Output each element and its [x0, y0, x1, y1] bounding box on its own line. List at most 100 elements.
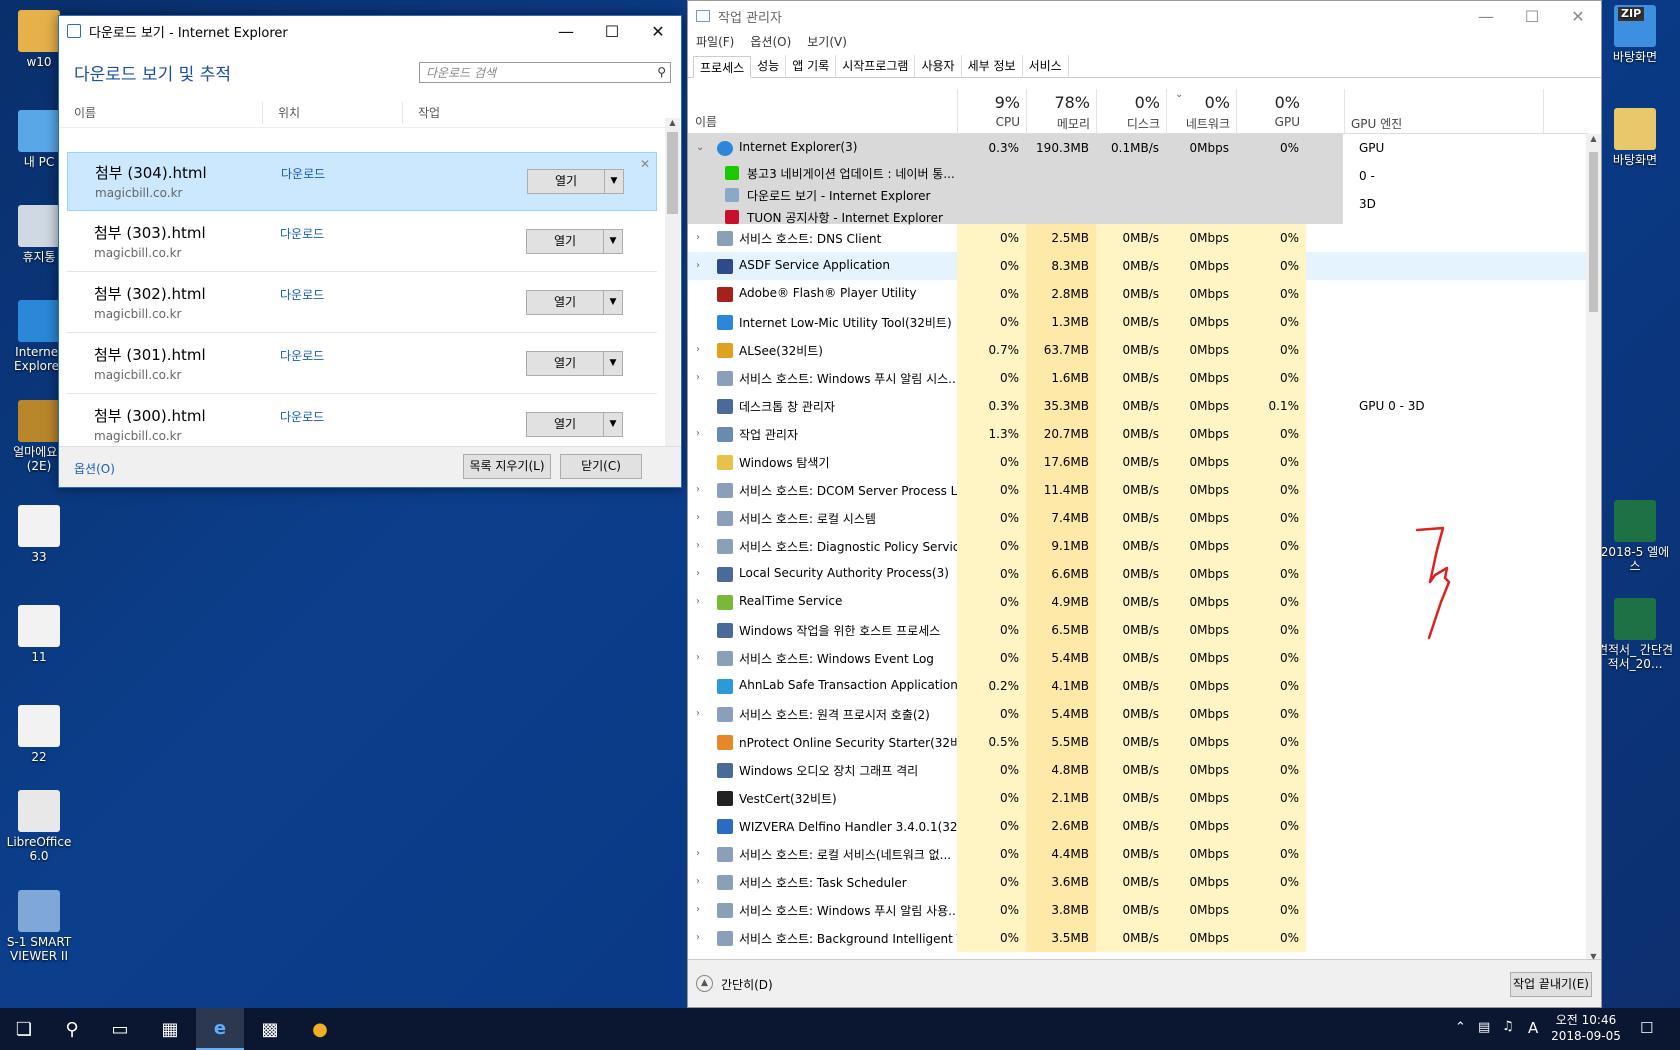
col-네트워크[interactable]: ⌄ 0% 네트워크 [1166, 89, 1236, 134]
desktop-icon[interactable]: LibreOffice 6.0 [0, 790, 78, 863]
tab-item[interactable]: 세부 정보 [962, 55, 1023, 77]
expand-chevron-icon[interactable]: › [696, 568, 706, 579]
desktop-icon[interactable]: ZIP 바탕화면 [1596, 5, 1674, 64]
process-row[interactable]: Internet Low-Mic Utility Tool(32비트) 0% 1.3… [688, 308, 1588, 336]
col-process-name[interactable]: 이름 [695, 113, 717, 130]
desktop-icon[interactable]: 22 [0, 705, 78, 764]
ime-indicator[interactable]: A [1528, 1019, 1538, 1037]
download-location-link[interactable]: 다운로드 [280, 408, 324, 425]
open-button[interactable]: 열기 [527, 413, 604, 436]
close-dialog-button[interactable]: 닫기(C) [560, 454, 642, 479]
download-location-link[interactable]: 다운로드 [280, 347, 324, 364]
download-item[interactable]: 첨부 (302).html magicbill.co.kr 다운로드 열기 ▼ [67, 274, 657, 333]
open-split-button[interactable]: 열기 ▼ [527, 169, 624, 194]
expand-chevron-icon[interactable]: › [696, 848, 706, 859]
tm-scroll-up-icon[interactable]: ▲ [1586, 134, 1601, 143]
process-child-row[interactable]: 다운로드 보기 - Internet Explorer [688, 184, 1343, 206]
download-location-link[interactable]: 다운로드 [280, 286, 324, 303]
search-taskbar-icon[interactable]: ⚲ [48, 1008, 96, 1050]
open-dropdown-arrow-icon[interactable]: ▼ [604, 413, 622, 436]
process-row[interactable]: › ALSee(32비트) 0.7% 63.7MB 0MB/s 0Mbps 0% [688, 336, 1588, 364]
download-filename[interactable]: 첨부 (300).html [94, 405, 206, 426]
open-button[interactable]: 열기 [527, 291, 604, 314]
open-dropdown-arrow-icon[interactable]: ▼ [604, 230, 622, 253]
process-row[interactable]: › 서비스 호스트: 원격 프로시저 호출(2) 0% 5.4MB 0MB/s 0Mbps… [688, 700, 1588, 728]
clear-list-button[interactable]: 목록 지우기(L) [463, 454, 551, 479]
task-manager-titlebar[interactable]: 작업 관리자 — ☐ ✕ [688, 1, 1601, 31]
download-filename[interactable]: 첨부 (303).html [94, 222, 206, 243]
tab-item[interactable]: 앱 기록 [786, 55, 837, 77]
process-scrollbar[interactable]: ▲ ▼ [1586, 134, 1601, 961]
process-row[interactable]: Windows 오디오 장치 그래프 격리 0% 4.8MB 0MB/s 0Mbps 0% [688, 756, 1588, 784]
expand-chevron-icon[interactable]: › [696, 932, 706, 943]
expand-chevron-icon[interactable]: › [696, 652, 706, 663]
remove-item-icon[interactable]: ✕ [640, 157, 650, 171]
close-button[interactable]: ✕ [635, 16, 681, 46]
tab-item[interactable]: 서비스 [1023, 55, 1069, 77]
expand-chevron-icon[interactable]: › [696, 512, 706, 523]
open-split-button[interactable]: 열기 ▼ [526, 351, 623, 376]
tab-item[interactable]: 시작프로그램 [836, 55, 916, 77]
download-item[interactable]: 첨부 (303).html magicbill.co.kr 다운로드 열기 ▼ [67, 213, 657, 272]
fewer-details-link[interactable]: 간단히(D) [721, 976, 773, 993]
process-row[interactable]: › 서비스 호스트: Windows 푸시 알림 사용... 0% 3.8MB 0MB/… [688, 896, 1588, 924]
col-GPU[interactable]: 0% GPU [1236, 89, 1306, 134]
task-view-icon[interactable]: ▭ [96, 1008, 144, 1050]
process-row[interactable]: › 서비스 호스트: DCOM Server Process Lau... 0% 11… [688, 476, 1588, 504]
open-split-button[interactable]: 열기 ▼ [526, 290, 623, 315]
download-search-input[interactable]: 다운로드 검색 ⚲ [419, 61, 671, 83]
expand-chevron-icon[interactable]: › [696, 344, 706, 355]
search-icon[interactable]: ⚲ [657, 65, 666, 79]
internet-explorer-taskbar-icon[interactable]: e [196, 1008, 244, 1050]
maximize-button[interactable]: ☐ [589, 16, 635, 46]
expand-chevron-icon[interactable]: › [696, 540, 706, 551]
process-child-row[interactable]: 봉고3 네비게이션 업데이트 : 네이버 통... [688, 162, 1343, 184]
task-manager-taskbar-icon[interactable]: ▩ [246, 1008, 294, 1050]
tm-scroll-thumb[interactable] [1589, 152, 1598, 312]
options-link[interactable]: 옵션(O) [74, 460, 115, 477]
desktop-icon[interactable]: 11 [0, 605, 78, 664]
download-item[interactable]: 첨부 (304).html magicbill.co.kr 다운로드 열기 ▼ ✕ [67, 152, 657, 211]
process-row[interactable]: › 서비스 호스트: Windows Event Log 0% 5.4MB 0MB/s 0… [688, 644, 1588, 672]
open-dropdown-arrow-icon[interactable]: ▼ [604, 352, 622, 375]
collapse-chevron-icon[interactable]: ⌄ [696, 142, 706, 153]
tab-item[interactable]: 사용자 [915, 55, 962, 77]
menu-item[interactable]: 보기(V) [807, 33, 847, 50]
expand-chevron-icon[interactable]: › [696, 260, 706, 271]
desktop-icon[interactable]: 33 [0, 505, 78, 564]
desktop-icon[interactable]: 2018-5 엘에스 [1596, 500, 1674, 573]
process-row[interactable]: VestCert(32비트) 0% 2.1MB 0MB/s 0Mbps 0% [688, 784, 1588, 812]
tab-item[interactable]: 프로세스 [693, 56, 752, 78]
download-filename[interactable]: 첨부 (302).html [94, 283, 206, 304]
col-메모리[interactable]: 78% 메모리 [1026, 89, 1096, 134]
process-row[interactable]: nProtect Online Security Starter(32비트) 0.… [688, 728, 1588, 756]
process-row[interactable]: 데스크톱 창 관리자 0.3% 35.3MB 0MB/s 0Mbps 0.1% GPU 0 … [688, 392, 1588, 420]
notification-icon[interactable]: ☐ [1640, 1019, 1653, 1037]
open-dropdown-arrow-icon[interactable]: ▼ [604, 291, 622, 314]
col-location[interactable]: 위치 [263, 101, 403, 124]
download-window-titlebar[interactable]: 다운로드 보기 - Internet Explorer — ☐ ✕ [59, 16, 681, 46]
menu-item[interactable]: 파일(F) [696, 33, 734, 50]
network-icon[interactable]: ▤ [1478, 1020, 1490, 1035]
tm-maximize-button[interactable]: ☐ [1509, 1, 1555, 31]
expand-chevron-icon[interactable]: › [696, 428, 706, 439]
expand-chevron-icon[interactable]: › [696, 904, 706, 915]
process-row[interactable]: Adobe® Flash® Player Utility 0% 2.8MB 0MB/s… [688, 280, 1588, 308]
tm-minimize-button[interactable]: — [1463, 1, 1509, 31]
open-button[interactable]: 열기 [528, 170, 605, 193]
download-filename[interactable]: 첨부 (304).html [95, 162, 207, 183]
col-action[interactable]: 작업 [403, 102, 647, 124]
expand-chevron-icon[interactable]: › [696, 708, 706, 719]
download-scrollbar[interactable]: ▲ ▼ [665, 118, 680, 460]
process-group[interactable]: ⌄ Internet Explorer(3) 0.3% 190.3MB 0.1MB/s 0… [688, 134, 1384, 225]
desktop-icon[interactable]: S-1 SMART VIEWER II [0, 890, 78, 963]
open-button[interactable]: 열기 [527, 352, 604, 375]
expand-chevron-icon[interactable]: › [696, 876, 706, 887]
process-row[interactable]: › 서비스 호스트: Background Intelligent Tra... 0… [688, 924, 1588, 952]
volume-icon[interactable]: ♫ [1502, 1019, 1514, 1034]
download-item[interactable]: 첨부 (301).html magicbill.co.kr 다운로드 열기 ▼ [67, 335, 657, 394]
col-디스크[interactable]: 0% 디스크 [1096, 89, 1166, 134]
process-row[interactable]: › 서비스 호스트: 로컬 서비스(네트워크 없... 0% 4.4MB 0MB/s 0M… [688, 840, 1588, 868]
process-row[interactable]: Windows 탐색기 0% 17.6MB 0MB/s 0Mbps 0% [688, 448, 1588, 476]
process-row[interactable]: AhnLab Safe Transaction Application 0.2% 4… [688, 672, 1588, 700]
